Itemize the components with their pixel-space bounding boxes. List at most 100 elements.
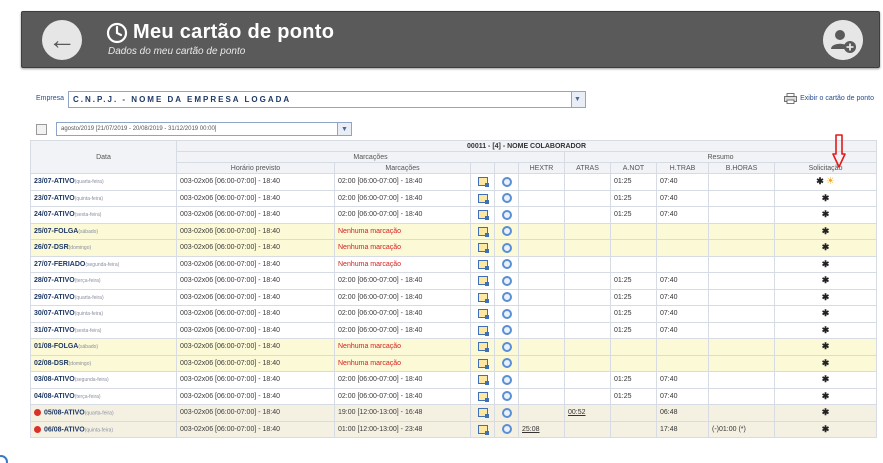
clock-icon[interactable]	[501, 374, 512, 385]
htrab-cell: 07:40	[656, 173, 709, 191]
pin-icon[interactable]: ✱	[822, 341, 830, 351]
pin-icon[interactable]: ✱	[822, 391, 830, 401]
date-status[interactable]: 03/08-ATIVO	[34, 376, 75, 383]
pin-icon[interactable]: ✱	[822, 259, 830, 269]
note-icon[interactable]	[477, 309, 489, 320]
weekday: (quinta-feira)	[74, 195, 104, 202]
date-status[interactable]: 25/07-FOLGA	[34, 228, 78, 235]
user-add-icon[interactable]	[823, 20, 863, 60]
sun-icon[interactable]: ☀	[826, 176, 835, 187]
date-status[interactable]: 01/08-FOLGA	[34, 343, 78, 350]
column-header-bhoras: B.HORAS	[708, 162, 775, 174]
pin-icon[interactable]: ✱	[822, 424, 830, 434]
clock-icon[interactable]	[501, 325, 512, 336]
note-icon[interactable]	[477, 375, 489, 386]
pin-icon[interactable]: ✱	[822, 193, 830, 203]
clock-icon[interactable]	[501, 275, 512, 286]
bhoras-cell	[708, 404, 775, 422]
clock-icon[interactable]	[501, 242, 512, 253]
note-icon[interactable]	[477, 210, 489, 221]
note-icon[interactable]	[477, 391, 489, 402]
pin-icon[interactable]: ✱	[822, 226, 830, 236]
date-status[interactable]: 04/08-ATIVO	[34, 393, 75, 400]
pin-icon[interactable]: ✱	[816, 176, 824, 186]
print-card-link[interactable]: Exibir o cartão de ponto	[784, 93, 874, 104]
pin-icon[interactable]: ✱	[822, 358, 830, 368]
date-status[interactable]: 02/08-DSR	[34, 360, 69, 367]
date-status[interactable]: 23/07-ATIVO	[34, 178, 75, 185]
note-icon[interactable]	[477, 193, 489, 204]
hextr-cell	[518, 288, 565, 306]
pin-icon[interactable]: ✱	[822, 275, 830, 285]
clock-icon[interactable]	[501, 391, 512, 402]
date-status[interactable]: 24/07-ATIVO	[34, 211, 75, 218]
scheduled-hours: 003-02x06 [06:00-07:00] - 18:40	[176, 338, 335, 356]
period-select[interactable]: agosto/2019 [21/07/2019 - 20/08/2019 - 3…	[56, 122, 352, 136]
company-select[interactable]: C.N.P.J. - NOME DA EMPRESA LOGADA ▼	[68, 91, 586, 108]
clock-icon[interactable]	[501, 226, 512, 237]
note-icon[interactable]	[477, 292, 489, 303]
date-status[interactable]: 31/07-ATIVO	[34, 327, 75, 334]
clock-icon[interactable]	[501, 424, 512, 435]
chevron-down-icon[interactable]: ▼	[571, 92, 585, 107]
punches: Nenhuma marcação	[334, 222, 471, 240]
clock-icon[interactable]	[501, 341, 512, 352]
pin-icon[interactable]: ✱	[822, 209, 830, 219]
clock-icon[interactable]	[501, 292, 512, 303]
note-icon[interactable]	[477, 342, 489, 353]
column-header-hextr: HEXTR	[518, 162, 565, 174]
scheduled-hours: 003-02x06 [06:00-07:00] - 18:40	[176, 189, 335, 207]
date-status[interactable]: 23/07-ATIVO	[34, 195, 75, 202]
clock-icon[interactable]	[501, 259, 512, 270]
clock-icon[interactable]	[501, 209, 512, 220]
note-icon[interactable]	[477, 226, 489, 237]
date-status[interactable]: 28/07-ATIVO	[34, 277, 75, 284]
date-cell: 04/08-ATIVO(terça-feira)	[30, 387, 177, 405]
pin-icon[interactable]: ✱	[822, 407, 830, 417]
punches: Nenhuma marcação	[334, 338, 471, 356]
chevron-down-icon[interactable]: ▼	[337, 123, 351, 135]
column-header-anot: A.NOT	[610, 162, 657, 174]
clock-cell	[494, 354, 519, 372]
date-status[interactable]: 26/07-DSR	[34, 244, 69, 251]
note-icon[interactable]	[477, 424, 489, 435]
date-status[interactable]: 27/07-FERIADO	[34, 261, 85, 268]
request-cell: ✱	[773, 371, 878, 389]
date-status[interactable]: 30/07-ATIVO	[34, 310, 75, 317]
date-cell: 31/07-ATIVO(sexta-feira)	[30, 321, 177, 339]
clock-icon[interactable]	[501, 407, 512, 418]
back-button[interactable]: ←	[42, 20, 82, 60]
column-header-date: Data	[30, 140, 177, 174]
pin-icon[interactable]: ✱	[822, 374, 830, 384]
note-icon[interactable]	[477, 243, 489, 254]
clock-icon[interactable]	[501, 358, 512, 369]
bhoras-cell: (-)01:00 (*)	[708, 420, 775, 438]
date-status[interactable]: 05/08-ATIVO	[44, 409, 85, 416]
calendar-icon[interactable]	[36, 124, 47, 135]
clock-icon[interactable]	[501, 308, 512, 319]
company-value: C.N.P.J. - NOME DA EMPRESA LOGADA	[73, 95, 292, 104]
note-icon[interactable]	[477, 325, 489, 336]
note-icon[interactable]	[477, 408, 489, 419]
clock-cell	[494, 206, 519, 224]
hextr-cell	[518, 206, 565, 224]
help-icon[interactable]	[0, 455, 8, 463]
note-icon[interactable]	[477, 177, 489, 188]
date-cell: 26/07-DSR(domingo)	[30, 239, 177, 257]
note-icon[interactable]	[477, 259, 489, 270]
column-header-htrab: H.TRAB	[656, 162, 709, 174]
table-row: 03/08-ATIVO(segunda-feira) 003-02x06 [06:…	[30, 371, 878, 389]
date-status[interactable]: 06/08-ATIVO	[44, 426, 85, 433]
clock-icon[interactable]	[501, 176, 512, 187]
date-status[interactable]: 29/07-ATIVO	[34, 294, 75, 301]
pin-icon[interactable]: ✱	[822, 292, 830, 302]
clock-icon[interactable]	[501, 193, 512, 204]
punches: 02:00 [06:00-07:00] - 18:40	[334, 371, 471, 389]
note-icon[interactable]	[477, 276, 489, 287]
company-row: Empresa C.N.P.J. - NOME DA EMPRESA LOGAD…	[36, 91, 876, 109]
pin-icon[interactable]: ✱	[822, 242, 830, 252]
pin-icon[interactable]: ✱	[822, 308, 830, 318]
print-card-label: Exibir o cartão de ponto	[800, 95, 874, 102]
pin-icon[interactable]: ✱	[822, 325, 830, 335]
note-icon[interactable]	[477, 358, 489, 369]
